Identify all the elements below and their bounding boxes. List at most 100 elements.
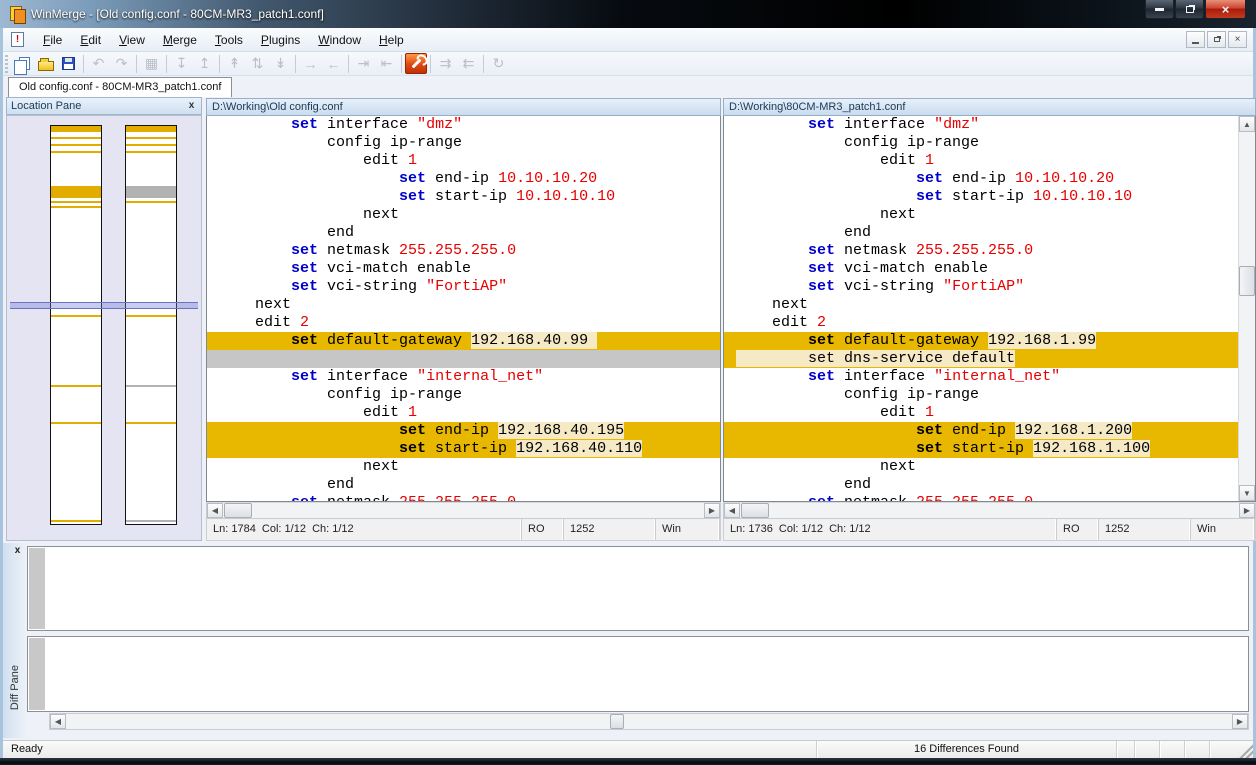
menu-edit[interactable]: Edit (71, 30, 110, 50)
code-line[interactable]: set start-ip 10.10.10.10 (724, 188, 1238, 206)
document-icon[interactable]: ! (11, 32, 24, 47)
open-button[interactable] (34, 53, 57, 75)
code-line[interactable]: end (207, 476, 720, 494)
code-line[interactable]: next (724, 458, 1238, 476)
code-line[interactable]: set netmask 255.255.255.0 (207, 242, 720, 260)
code-line[interactable]: edit 1 (724, 404, 1238, 422)
code-line[interactable]: set interface "internal_net" (207, 368, 720, 386)
scroll-right-icon[interactable]: ▶ (1239, 503, 1255, 518)
code-line[interactable]: edit 2 (207, 314, 720, 332)
scroll-right-icon[interactable]: ▶ (704, 503, 720, 518)
undo-button[interactable]: ↶ (87, 53, 110, 75)
code-line[interactable]: set vci-string "FortiAP" (724, 278, 1238, 296)
scroll-left-icon[interactable]: ◀ (50, 714, 66, 729)
current-difference-button[interactable]: ⇅ (246, 53, 269, 75)
copy-left-button[interactable]: ← (322, 53, 345, 75)
code-line[interactable]: end (724, 224, 1238, 242)
location-pane-close-icon[interactable]: x (185, 100, 198, 113)
code-line[interactable] (207, 350, 720, 368)
code-line[interactable]: set end-ip 192.168.1.200 (724, 422, 1238, 440)
diff-pane-right-text[interactable] (27, 636, 1249, 712)
diff-pane-close-icon[interactable]: x (11, 545, 24, 558)
code-line[interactable]: end (724, 476, 1238, 494)
code-line[interactable]: set netmask 255.255.255.0 (724, 494, 1238, 501)
code-line[interactable]: set interface "dmz" (207, 116, 720, 134)
first-difference-button[interactable]: ↟ (223, 53, 246, 75)
menu-merge[interactable]: Merge (154, 30, 206, 50)
scroll-right-icon[interactable]: ▶ (1232, 714, 1248, 729)
code-line[interactable]: set vci-match enable (207, 260, 720, 278)
compare-tab[interactable]: Old config.conf - 80CM-MR3_patch1.conf (8, 77, 232, 97)
code-line[interactable]: config ip-range (207, 386, 720, 404)
scroll-up-icon[interactable]: ▲ (1239, 116, 1255, 132)
code-line[interactable]: set vci-string "FortiAP" (207, 278, 720, 296)
code-line[interactable]: next (207, 206, 720, 224)
close-button[interactable]: × (1205, 0, 1246, 19)
code-line[interactable]: set start-ip 10.10.10.10 (207, 188, 720, 206)
new-file-button[interactable] (11, 53, 34, 75)
copy-all-right-button[interactable]: ⇉ (434, 53, 457, 75)
redo-button[interactable]: ↷ (110, 53, 133, 75)
diff-pane-left-text[interactable] (27, 546, 1249, 631)
code-line[interactable]: set interface "dmz" (724, 116, 1238, 134)
restore-button[interactable] (1175, 0, 1204, 19)
menu-window[interactable]: Window (309, 30, 370, 50)
menu-view[interactable]: View (110, 30, 154, 50)
code-line[interactable]: set default-gateway 192.168.1.99 (724, 332, 1238, 350)
rescan-button[interactable]: ▦ (140, 53, 163, 75)
code-line[interactable]: set default-gateway 192.168.40.99 (207, 332, 720, 350)
menu-plugins[interactable]: Plugins (252, 30, 309, 50)
right-vertical-scrollbar[interactable]: ▲ ▼ (1238, 116, 1255, 501)
minimize-button[interactable] (1145, 0, 1174, 19)
code-line[interactable]: config ip-range (724, 386, 1238, 404)
right-horizontal-scrollbar[interactable]: ◀ ▶ (723, 502, 1256, 519)
code-line[interactable]: edit 1 (207, 152, 720, 170)
right-hscroll-thumb[interactable] (741, 503, 769, 518)
resize-grip[interactable] (1239, 741, 1253, 758)
code-line[interactable]: next (724, 206, 1238, 224)
menu-help[interactable]: Help (370, 30, 413, 50)
code-line[interactable]: edit 1 (207, 404, 720, 422)
code-line[interactable]: config ip-range (724, 134, 1238, 152)
diff-pane-scroll-thumb[interactable] (610, 714, 624, 729)
code-line[interactable]: set interface "internal_net" (724, 368, 1238, 386)
code-line[interactable]: set start-ip 192.168.40.110 (207, 440, 720, 458)
left-horizontal-scrollbar[interactable]: ◀ ▶ (206, 502, 721, 519)
scroll-left-icon[interactable]: ◀ (724, 503, 740, 518)
code-line[interactable]: edit 1 (724, 152, 1238, 170)
menu-tools[interactable]: Tools (206, 30, 252, 50)
location-cursor-line[interactable] (10, 302, 198, 309)
menu-file[interactable]: File (34, 30, 71, 50)
code-line[interactable]: next (207, 296, 720, 314)
scroll-left-icon[interactable]: ◀ (207, 503, 223, 518)
code-line[interactable]: set netmask 255.255.255.0 (724, 242, 1238, 260)
mdi-minimize-button[interactable] (1186, 31, 1205, 48)
code-line[interactable]: set end-ip 192.168.40.195 (207, 422, 720, 440)
mdi-close-button[interactable]: × (1228, 31, 1247, 48)
vscroll-thumb[interactable] (1239, 266, 1255, 296)
code-line[interactable]: end (207, 224, 720, 242)
toolbar-grip[interactable] (5, 55, 8, 73)
refresh-button[interactable]: ↻ (487, 53, 510, 75)
right-code-area[interactable]: set interface "dmz" config ip-range edit… (724, 116, 1238, 501)
code-line[interactable]: next (724, 296, 1238, 314)
copy-left-and-advance-button[interactable]: ⇤ (375, 53, 398, 75)
code-line[interactable]: set netmask 255.255.255.0 (207, 494, 720, 501)
code-line[interactable]: config ip-range (207, 134, 720, 152)
last-difference-button[interactable]: ↡ (269, 53, 292, 75)
left-code-area[interactable]: set interface "dmz" config ip-range edit… (207, 116, 720, 501)
next-difference-button[interactable]: ↧ (170, 53, 193, 75)
location-bar-right[interactable] (125, 125, 177, 525)
copy-right-button[interactable]: → (299, 53, 322, 75)
code-line[interactable]: set vci-match enable (724, 260, 1238, 278)
code-line[interactable]: set end-ip 10.10.10.20 (724, 170, 1238, 188)
copy-right-and-advance-button[interactable]: ⇥ (352, 53, 375, 75)
previous-difference-button[interactable]: ↥ (193, 53, 216, 75)
diff-pane-scrollbar[interactable]: ◀ ▶ (49, 713, 1249, 730)
code-line[interactable]: set dns-service default (724, 350, 1238, 368)
code-line[interactable]: next (207, 458, 720, 476)
options-button[interactable] (405, 53, 427, 74)
left-hscroll-thumb[interactable] (224, 503, 252, 518)
code-line[interactable]: edit 2 (724, 314, 1238, 332)
scroll-down-icon[interactable]: ▼ (1239, 485, 1255, 501)
